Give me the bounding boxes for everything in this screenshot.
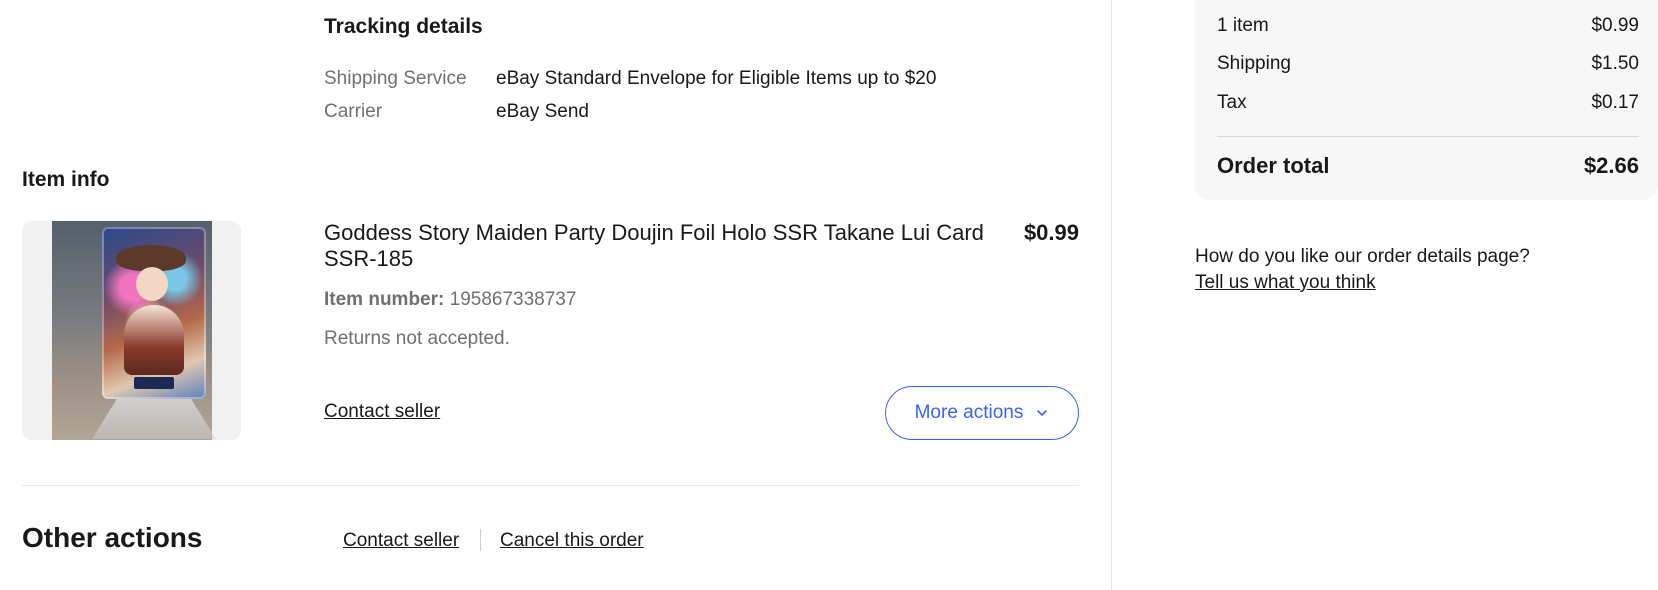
shipping-service-value: eBay Standard Envelope for Eligible Item… <box>496 68 937 89</box>
card-stand <box>92 399 216 439</box>
summary-shipping-label: Shipping <box>1217 53 1291 74</box>
item-thumbnail[interactable] <box>22 221 241 440</box>
feedback-link[interactable]: Tell us what you think <box>1195 272 1376 294</box>
item-price: $0.99 <box>1023 220 1079 245</box>
carrier-value: eBay Send <box>496 101 589 122</box>
summary-tax-value: $0.17 <box>1591 92 1639 113</box>
other-contact-seller-link[interactable]: Contact seller <box>343 530 459 552</box>
item-number: Item number: 195867338737 <box>324 289 576 311</box>
card-art-body <box>124 305 184 375</box>
trading-card-photo <box>52 221 216 440</box>
summary-items-value: $0.99 <box>1591 15 1639 36</box>
more-actions-button[interactable]: More actions <box>885 386 1079 440</box>
item-number-label: Item number: <box>324 289 445 310</box>
tracking-details-heading: Tracking details <box>324 15 483 38</box>
summary-tax-label: Tax <box>1217 92 1247 113</box>
item-info-heading: Item info <box>22 168 110 191</box>
other-actions-heading: Other actions <box>22 522 203 553</box>
holo-card <box>102 227 206 399</box>
column-divider <box>1111 0 1112 590</box>
item-number-value: 195867338737 <box>449 289 577 310</box>
shipping-service-label: Shipping Service <box>324 68 467 89</box>
cancel-order-link[interactable]: Cancel this order <box>500 530 644 552</box>
feedback-question: How do you like our order details page? <box>1195 246 1530 267</box>
card-art-face <box>136 267 168 301</box>
carrier-label: Carrier <box>324 101 383 122</box>
contact-seller-link[interactable]: Contact seller <box>324 401 440 423</box>
order-total-value: $2.66 <box>1583 153 1639 178</box>
card-art-label <box>134 377 174 389</box>
summary-items-label: 1 item <box>1217 15 1269 36</box>
order-total-label: Order total <box>1217 153 1330 178</box>
returns-policy: Returns not accepted. <box>324 328 510 349</box>
summary-divider <box>1217 136 1639 137</box>
more-actions-label: More actions <box>914 402 1024 423</box>
order-details-page: Tracking details Shipping Service eBay S… <box>0 0 1658 590</box>
item-title-link[interactable]: Goddess Story Maiden Party Doujin Foil H… <box>324 220 994 272</box>
chevron-down-icon <box>1037 410 1048 416</box>
summary-shipping-value: $1.50 <box>1591 53 1639 74</box>
section-divider <box>22 485 1079 486</box>
link-separator <box>480 529 481 551</box>
